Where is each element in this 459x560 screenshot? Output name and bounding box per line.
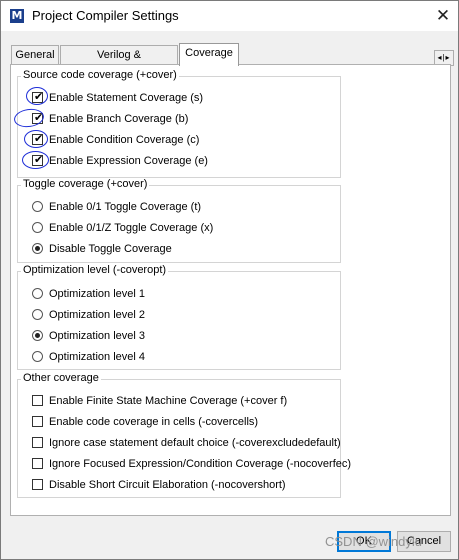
checkbox[interactable]: ✔ xyxy=(32,132,44,145)
group-title: Optimization level (-coveropt) xyxy=(21,264,169,276)
checkbox[interactable]: ✔ xyxy=(32,153,44,166)
checkbox[interactable] xyxy=(32,437,43,448)
dialog-window: M Project Compiler Settings ✕ General Ve… xyxy=(0,0,459,560)
close-icon[interactable]: ✕ xyxy=(428,1,458,31)
radio-label: Enable 0/1/Z Toggle Coverage (x) xyxy=(49,222,214,234)
checkbox-label: Ignore case statement default choice (-c… xyxy=(49,437,341,449)
group-title: Other coverage xyxy=(21,372,101,384)
checkbox[interactable]: ✔ xyxy=(32,111,44,124)
checkbox-label: Enable Condition Coverage (c) xyxy=(49,134,200,146)
other-coverage-group: Other coverage Enable Finite State Machi… xyxy=(17,372,351,498)
checkbox[interactable] xyxy=(32,479,43,490)
checkbox[interactable] xyxy=(32,395,43,406)
radio-label: Optimization level 1 xyxy=(49,288,145,300)
checkbox[interactable] xyxy=(32,416,43,427)
optimization-level-group: Optimization level (-coveropt) Optimizat… xyxy=(17,264,341,370)
radio-button[interactable] xyxy=(32,288,43,299)
radio-button[interactable] xyxy=(32,243,43,254)
group-title: Toggle coverage (+cover) xyxy=(21,178,150,190)
radio-label: Enable 0/1 Toggle Coverage (t) xyxy=(49,201,202,213)
radio-label: Optimization level 4 xyxy=(49,351,145,363)
radio-label: Optimization level 3 xyxy=(49,330,145,342)
source-coverage-group: Source code coverage (+cover) ✔ Enable S… xyxy=(17,69,341,178)
radio-label: Optimization level 2 xyxy=(49,309,145,321)
window-title: Project Compiler Settings xyxy=(32,8,179,23)
checkbox-label: Disable Short Circuit Elaboration (-noco… xyxy=(49,479,286,491)
watermark-text: CSDN @windylu xyxy=(325,534,422,549)
checkmark-icon: ✔ xyxy=(34,132,44,145)
checkmark-icon: ✔ xyxy=(34,111,44,124)
checkbox-label: Enable Finite State Machine Coverage (+c… xyxy=(49,395,288,407)
title-bar: M Project Compiler Settings ✕ xyxy=(1,1,458,31)
radio-selected-dot xyxy=(35,333,40,338)
toggle-coverage-group: Toggle coverage (+cover) Enable 0/1 Togg… xyxy=(17,178,341,263)
app-logo-icon: M xyxy=(10,9,24,23)
coverage-panel: Source code coverage (+cover) ✔ Enable S… xyxy=(10,64,451,516)
checkbox[interactable]: ✔ xyxy=(32,90,44,103)
radio-button[interactable] xyxy=(32,351,43,362)
checkbox-label: Enable Branch Coverage (b) xyxy=(49,113,189,125)
radio-label: Disable Toggle Coverage xyxy=(49,243,172,255)
checkbox-label: Ignore Focused Expression/Condition Cove… xyxy=(49,458,352,470)
tab-general[interactable]: General xyxy=(11,45,59,64)
checkbox[interactable] xyxy=(32,458,43,469)
tab-verilog-systemverilog[interactable]: Verilog & SystemVerilog xyxy=(60,45,178,79)
checkmark-icon: ✔ xyxy=(34,90,44,103)
checkbox-label: Enable code coverage in cells (-covercel… xyxy=(49,416,259,428)
radio-selected-dot xyxy=(35,246,40,251)
checkbox-label: Enable Statement Coverage (s) xyxy=(49,92,204,104)
checkmark-icon: ✔ xyxy=(34,153,44,166)
radio-button[interactable] xyxy=(32,330,43,341)
checkbox-label: Enable Expression Coverage (e) xyxy=(49,155,208,167)
group-title: Source code coverage (+cover) xyxy=(21,69,179,81)
radio-button[interactable] xyxy=(32,309,43,320)
radio-button[interactable] xyxy=(32,222,43,233)
radio-button[interactable] xyxy=(32,201,43,212)
tab-coverage[interactable]: Coverage xyxy=(179,43,239,66)
